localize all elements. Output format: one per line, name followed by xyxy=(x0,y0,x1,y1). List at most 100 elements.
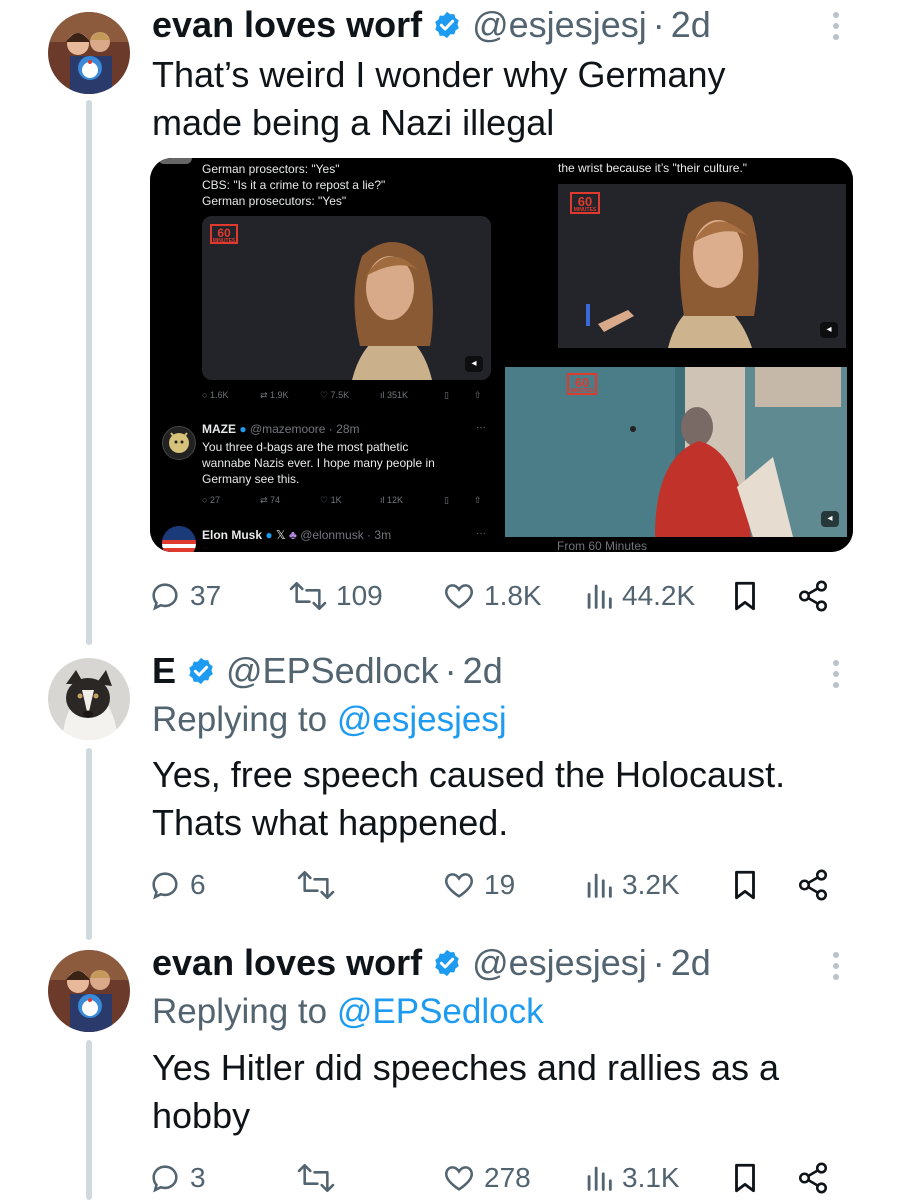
more-options-icon: ··· xyxy=(476,422,486,433)
x-logo-icon: 𝕏 xyxy=(275,528,286,542)
reply-icon xyxy=(152,583,178,611)
view-count: 3.2K xyxy=(622,869,680,900)
like-count: 278 xyxy=(484,1162,531,1193)
retweet-icon xyxy=(289,581,327,611)
next-handle: @elonmusk · 3m xyxy=(300,528,392,542)
tweet-text: Yes Hitler did speeches and rallies as a… xyxy=(152,1044,779,1140)
share-button[interactable] xyxy=(796,863,838,907)
reply-count: ○ 1.6K xyxy=(202,390,229,400)
replying-mention-link[interactable]: @esjesjesj xyxy=(337,700,507,739)
reply-count: 3 xyxy=(190,1162,206,1193)
author-name[interactable]: E xyxy=(152,650,176,692)
like-button[interactable]: 19 xyxy=(442,863,515,907)
views-icon xyxy=(587,1166,612,1191)
author-handle[interactable]: @esjesjesj xyxy=(472,4,647,46)
thread-line xyxy=(86,100,92,645)
retweet-count: ⇄ 74 xyxy=(260,495,281,505)
author-handle[interactable]: @EPSedlock xyxy=(226,650,439,692)
share-icon xyxy=(798,1162,828,1194)
reply-button[interactable]: 3 xyxy=(148,1156,206,1200)
more-options-icon[interactable] xyxy=(826,654,846,694)
reply-count: 37 xyxy=(190,580,222,611)
heart-icon xyxy=(445,873,473,898)
caption-line: German prosecutors: "Yes" xyxy=(202,194,347,208)
tweet-header: evan loves worf @esjesjesj · 2d xyxy=(152,4,711,46)
more-options-icon[interactable] xyxy=(826,6,846,46)
author-name[interactable]: evan loves worf xyxy=(152,4,422,46)
media-image-left[interactable]: German prosectors: "Yes" CBS: "Is it a c… xyxy=(150,158,498,552)
reply-count: ○ 27 xyxy=(202,495,220,505)
video-thumbnail[interactable]: 60 MINUTES ◂ xyxy=(202,216,491,380)
avatar-fragment xyxy=(158,158,192,164)
avatar[interactable] xyxy=(48,658,130,740)
retweet-button[interactable] xyxy=(296,863,344,907)
tweet-text-line: Thats what happened. xyxy=(152,802,509,843)
media-image-top-right[interactable]: the wrist because it’s "their culture." … xyxy=(505,158,853,353)
views-button[interactable]: 44.2K xyxy=(584,574,695,618)
next-author: Elon Musk xyxy=(202,528,263,542)
reply-text-line: You three d-bags are the most pathetic xyxy=(202,440,409,454)
more-options-icon: ··· xyxy=(476,528,486,539)
volume-icon[interactable]: ◂ xyxy=(821,511,839,527)
more-options-icon[interactable] xyxy=(826,946,846,986)
action-bar: 37 109 1.8K 44.2K xyxy=(148,574,848,618)
like-count: ♡ 7.5K xyxy=(320,390,350,400)
tweet-text-line: Yes, free speech caused the Holocaust. xyxy=(152,754,786,795)
views-button[interactable]: 3.2K xyxy=(584,863,680,907)
views-icon xyxy=(587,584,612,609)
views-button[interactable]: 3.1K xyxy=(584,1156,680,1200)
bookmark-icon xyxy=(735,1163,755,1193)
flag-icon: ♣ xyxy=(288,528,297,542)
tweet-header: evan loves worf @esjesjesj · 2d xyxy=(152,942,711,984)
interview-scene xyxy=(558,184,846,348)
timestamp[interactable]: 2d xyxy=(671,4,711,46)
reply-header: MAZE ● @mazemoore · 28m xyxy=(202,422,359,436)
retweet-button[interactable] xyxy=(296,1156,344,1200)
video-thumbnail[interactable]: 60 MINUTES ◂ xyxy=(505,367,847,537)
bookmark-icon xyxy=(735,870,755,900)
retweet-count: ⇄ 1.9K xyxy=(260,390,289,400)
like-button[interactable]: 278 xyxy=(442,1156,531,1200)
tweet-text: That’s weird I wonder why Germany made b… xyxy=(152,51,726,147)
like-button[interactable]: 1.8K xyxy=(442,574,542,618)
view-count: ıl 351K xyxy=(380,390,409,400)
volume-icon[interactable]: ◂ xyxy=(820,322,838,338)
caption-line: German prosectors: "Yes" xyxy=(202,162,340,176)
reply-handle: @mazemoore · 28m xyxy=(249,422,360,436)
share-button[interactable] xyxy=(796,1156,838,1200)
reply-author: MAZE xyxy=(202,422,236,436)
media-grid[interactable]: German prosectors: "Yes" CBS: "Is it a c… xyxy=(150,158,853,552)
reply-text: You three d-bags are the most pathetic w… xyxy=(202,439,435,487)
reply-count: 6 xyxy=(190,869,206,900)
media-image-bottom-right[interactable]: 60 MINUTES ◂ From 60 Minutes xyxy=(505,359,853,552)
tweet-text-line: Yes Hitler did speeches and rallies as a xyxy=(152,1047,780,1088)
avatar[interactable] xyxy=(48,12,130,94)
avatar[interactable] xyxy=(48,950,130,1032)
60-minutes-logo: 60 MINUTES xyxy=(567,373,597,395)
verified-badge-icon xyxy=(432,10,462,40)
share-button[interactable] xyxy=(796,574,838,618)
thread-line xyxy=(86,748,92,940)
reply-text-line: Germany see this. xyxy=(202,472,300,486)
replying-prefix: Replying to xyxy=(152,992,328,1031)
verified-badge-icon xyxy=(186,656,216,686)
author-name[interactable]: evan loves worf xyxy=(152,942,422,984)
volume-icon[interactable]: ◂ xyxy=(465,356,483,372)
retweet-button[interactable]: 109 xyxy=(288,574,383,618)
reply-button[interactable]: 37 xyxy=(148,574,221,618)
video-thumbnail[interactable]: 60 MINUTES ◂ xyxy=(558,184,846,348)
tweet-text-line: made being a Nazi illegal xyxy=(152,102,555,143)
bookmark-icon xyxy=(735,581,755,611)
bookmark-button[interactable] xyxy=(730,1156,768,1200)
bookmark-button[interactable] xyxy=(730,863,768,907)
timestamp[interactable]: 2d xyxy=(463,650,503,692)
timestamp[interactable]: 2d xyxy=(671,942,711,984)
replying-mention-link[interactable]: @EPSedlock xyxy=(337,992,544,1031)
reply-button[interactable]: 6 xyxy=(148,863,206,907)
caption: German prosectors: "Yes" CBS: "Is it a c… xyxy=(202,161,385,209)
author-handle[interactable]: @esjesjesj xyxy=(472,942,647,984)
verified-badge-icon: ● xyxy=(265,528,273,542)
reply-icon xyxy=(152,872,178,900)
bookmark-button[interactable] xyxy=(730,574,768,618)
replying-to: Replying to @esjesjesj xyxy=(152,700,507,740)
